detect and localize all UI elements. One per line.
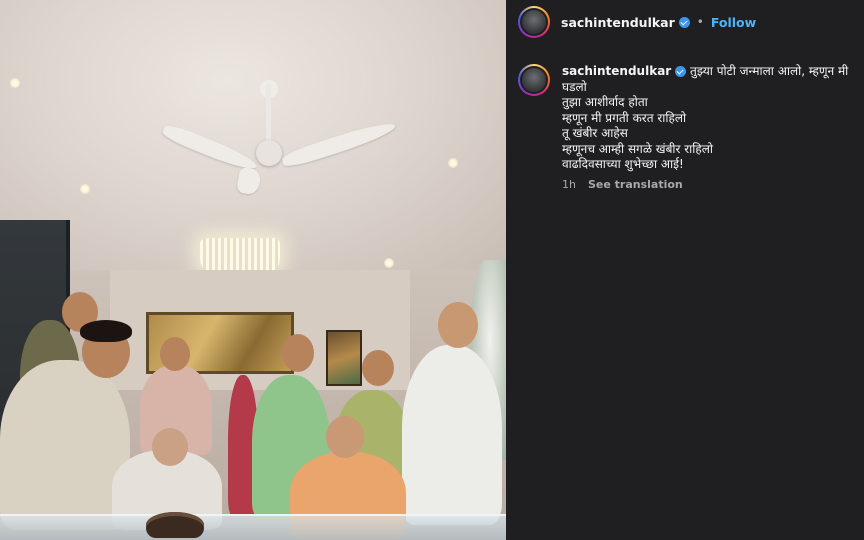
fan-hub: [256, 140, 282, 166]
caption: sachintendulkar तुझ्या पोटी जन्माला आलो,…: [518, 64, 858, 192]
ceiling-light: [384, 258, 394, 268]
birthday-cake: [146, 512, 204, 538]
person-head: [160, 337, 190, 371]
caption-line: म्हणून मी प्रगती करत राहिलो: [562, 110, 687, 125]
post-header: sachintendulkar • Follow: [506, 0, 864, 44]
avatar-image: [522, 68, 546, 92]
caption-line: तुझा आशीर्वाद होता: [562, 95, 648, 109]
caption-body: sachintendulkar तुझ्या पोटी जन्माला आलो,…: [562, 64, 852, 192]
person-head: [282, 334, 314, 372]
person-hair: [80, 320, 132, 342]
verified-badge-icon: [678, 16, 690, 28]
follow-button[interactable]: Follow: [711, 15, 756, 30]
post-photo[interactable]: [0, 0, 506, 540]
fan-rod: [266, 84, 271, 144]
header-username[interactable]: sachintendulkar: [561, 15, 675, 30]
ceiling-light: [448, 158, 458, 168]
see-translation-button[interactable]: See translation: [588, 177, 683, 193]
verified-badge-icon: [675, 66, 687, 77]
ceiling-light: [80, 184, 90, 194]
avatar-ring: [520, 8, 548, 36]
avatar-image: [522, 10, 546, 34]
avatar-ring: [520, 66, 548, 94]
caption-line: तू खंबीर आहेस: [562, 126, 628, 140]
person: [0, 360, 130, 530]
person-head: [362, 350, 394, 386]
caption-line: म्हणूनच आम्ही सगळे खंबीर राहिलो: [562, 141, 713, 156]
caption-avatar-icon[interactable]: [518, 64, 550, 96]
person: [402, 345, 502, 525]
caption-username[interactable]: sachintendulkar: [562, 64, 671, 78]
ceiling-light: [10, 78, 20, 88]
person-head: [438, 302, 478, 348]
caption-line: वाढदिवसाच्या शुभेच्छा आई!: [562, 157, 684, 171]
person-head: [152, 428, 188, 466]
profile-avatar-icon[interactable]: [518, 6, 550, 38]
caption-meta: 1h See translation: [562, 177, 852, 193]
wall-painting-small: [326, 330, 362, 386]
post-sidebar: sachintendulkar • Follow sachintendulkar…: [506, 0, 864, 540]
post-timestamp[interactable]: 1h: [562, 177, 576, 193]
glass-table: [0, 514, 506, 540]
person-head: [326, 416, 364, 458]
header-separator: •: [696, 15, 704, 29]
photo-ceiling: [0, 0, 506, 270]
